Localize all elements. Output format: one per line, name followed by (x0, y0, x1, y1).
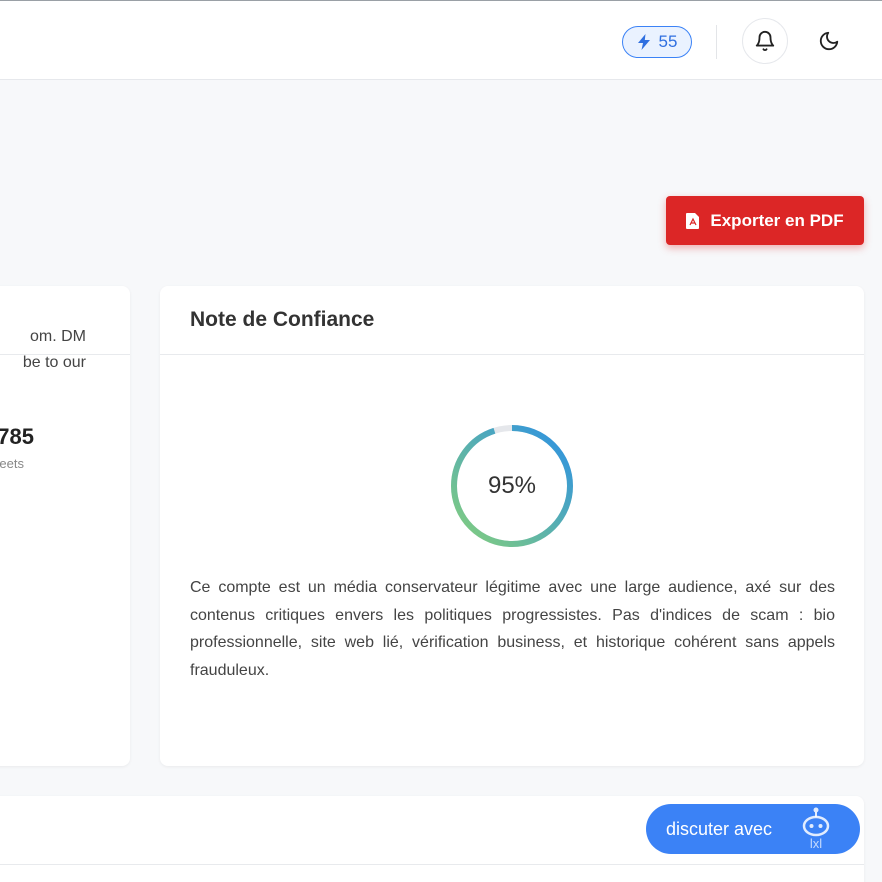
trust-card-title: Note de Confiance (190, 308, 375, 331)
export-pdf-button[interactable]: Exporter en PDF (666, 196, 864, 245)
chat-button-label: discuter avec (666, 818, 773, 839)
credits-badge[interactable]: 55 (622, 26, 692, 58)
robot-label: lxl (810, 836, 822, 851)
profile-bio-line: be to our (22, 354, 86, 371)
trust-card-divider (160, 354, 864, 355)
header-divider (716, 25, 717, 59)
export-pdf-label: Exporter en PDF (710, 210, 844, 230)
profile-stat-label: eets (0, 456, 24, 471)
bell-icon (755, 31, 775, 52)
robot-icon: lxl (802, 807, 830, 851)
credits-count: 55 (658, 32, 678, 51)
moon-icon (819, 31, 839, 51)
lightning-icon (637, 34, 650, 50)
chat-section-divider (0, 864, 864, 865)
pdf-file-icon (686, 212, 700, 229)
trust-score-value: 95% (487, 472, 537, 499)
profile-bio-line: om. DM (30, 328, 86, 345)
trust-score-card: Note de Confiance 95% Ce compte est un m… (160, 286, 864, 766)
profile-bio: om. DM be to our (0, 324, 86, 376)
top-bar: 55 (0, 0, 882, 80)
trust-description: Ce compte est un média conservateur légi… (190, 579, 835, 679)
profile-stat-value: 785 (0, 424, 34, 449)
profile-bio-clip: om. DM be to our (0, 0, 86, 480)
theme-toggle-button[interactable] (806, 18, 852, 64)
notifications-button[interactable] (742, 18, 788, 64)
